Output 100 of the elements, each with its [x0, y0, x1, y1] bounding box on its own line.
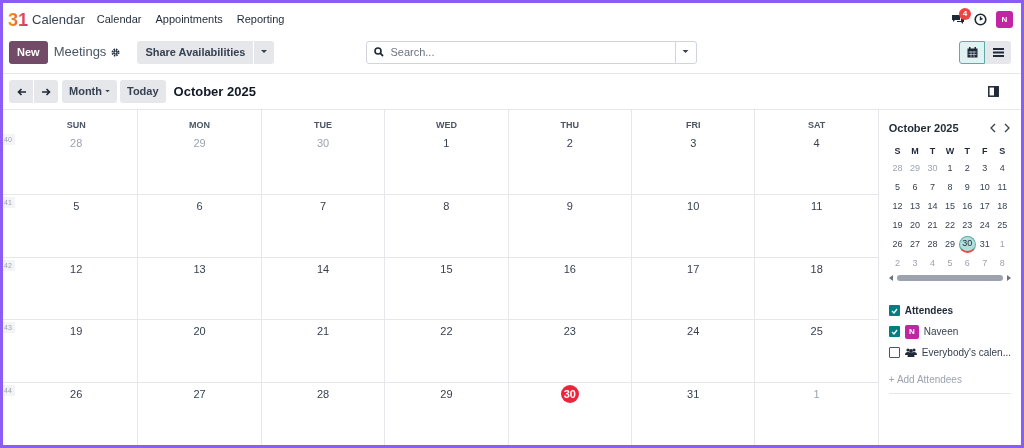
scroll-left-icon[interactable] [888, 275, 893, 281]
mini-calendar-day[interactable]: 1 [947, 160, 953, 177]
search-field[interactable]: Search... [366, 40, 698, 64]
period-title: October 2025 [173, 82, 256, 101]
mini-calendar-day[interactable]: 4 [999, 160, 1005, 177]
calendar-icon [966, 46, 978, 58]
mini-calendar-day[interactable]: 18 [997, 198, 1008, 215]
mini-calendar-day[interactable]: 20 [910, 217, 920, 234]
mini-calendar-day[interactable]: 3 [982, 160, 988, 177]
chevron-right-icon[interactable] [1004, 123, 1011, 134]
search-input[interactable]: Search... [390, 43, 670, 61]
day-number[interactable]: 5 [73, 196, 80, 215]
caret-icon[interactable] [682, 50, 690, 54]
mini-calendar-day[interactable]: 17 [979, 198, 990, 215]
day-number[interactable]: 3 [690, 134, 697, 152]
next-button[interactable] [34, 80, 58, 103]
mini-calendar-day[interactable]: 24 [979, 217, 990, 234]
scrollbar-thumb[interactable] [896, 275, 1003, 281]
day-number[interactable]: 12 [70, 259, 83, 278]
day-number[interactable]: 7 [319, 196, 327, 215]
arrow-right-icon [41, 87, 51, 96]
mini-calendar-day[interactable]: 29 [944, 236, 955, 253]
day-number[interactable]: 16 [563, 259, 576, 278]
user-avatar[interactable]: N [996, 11, 1013, 28]
mini-calendar-day[interactable]: 12 [892, 198, 903, 215]
mini-calendar-day[interactable]: 22 [944, 217, 955, 234]
day-number[interactable]: 9 [566, 196, 573, 215]
share-button[interactable]: Share Availabilities [137, 40, 254, 64]
scale-dropdown[interactable]: Month [62, 80, 117, 103]
menu-item[interactable]: Calendar [96, 11, 142, 28]
dropdown-button[interactable] [254, 40, 275, 64]
checkbox[interactable] [888, 305, 900, 316]
day-number[interactable]: 10 [687, 196, 700, 215]
day-number[interactable]: 13 [193, 259, 206, 278]
caret-icon [105, 90, 110, 93]
mini-calendar-day[interactable]: 19 [892, 217, 903, 234]
day-number[interactable]: 26 [70, 385, 83, 404]
mini-calendar-day[interactable]: 27 [910, 236, 920, 253]
mini-calendar-day[interactable]: 21 [927, 217, 938, 234]
list-icon [992, 47, 1004, 57]
day-number[interactable]: 2 [566, 134, 573, 152]
list-view-button[interactable] [985, 40, 1011, 64]
chevron-left-icon[interactable] [989, 123, 996, 134]
mini-calendar-day[interactable]: 13 [910, 198, 920, 215]
day-number[interactable]: 24 [687, 322, 700, 341]
day-number[interactable]: 18 [810, 259, 823, 278]
menu-item[interactable]: Appointments [155, 11, 223, 28]
scroll-right-icon[interactable] [1007, 275, 1011, 281]
mini-calendar-day[interactable]: 2 [964, 160, 970, 177]
arrow-left-icon [16, 87, 26, 96]
mini-calendar-day[interactable]: 5 [895, 179, 901, 196]
clock-icon[interactable] [974, 13, 987, 26]
app-name: Calendar [32, 10, 85, 29]
mini-calendar-day[interactable]: 15 [944, 198, 955, 215]
day-number[interactable]: 30 [560, 385, 579, 404]
mini-calendar-day[interactable]: 28 [927, 236, 938, 253]
checkbox[interactable] [888, 347, 900, 358]
day-number[interactable]: 27 [193, 385, 206, 404]
weekday-label: T [964, 144, 971, 158]
day-number[interactable]: 29 [440, 385, 453, 404]
day-number[interactable]: 11 [810, 196, 823, 215]
mini-calendar-day[interactable]: 30 [958, 236, 976, 253]
new-button[interactable]: New [9, 40, 48, 64]
mini-calendar-day[interactable]: 16 [962, 198, 973, 215]
day-number[interactable]: 28 [316, 385, 330, 404]
day-number[interactable]: 4 [813, 134, 820, 152]
mini-calendar-day[interactable]: 8 [947, 179, 953, 196]
mini-calendar-day[interactable]: 23 [962, 217, 973, 234]
day-number[interactable]: 23 [563, 322, 576, 341]
gear-icon[interactable] [111, 47, 121, 57]
previous-button[interactable] [9, 80, 33, 103]
weekday-header: THU [560, 118, 580, 132]
mini-calendar-day[interactable]: 25 [997, 217, 1008, 234]
mini-calendar-day[interactable]: 7 [929, 179, 935, 196]
day-number[interactable]: 6 [196, 196, 203, 215]
day-number[interactable]: 31 [687, 385, 700, 404]
mini-calendar-day[interactable]: 10 [979, 179, 990, 196]
mini-calendar-day[interactable]: 31 [979, 236, 990, 253]
mini-calendar-title: October 2025 [888, 121, 959, 136]
checkbox[interactable] [888, 326, 900, 337]
day-number[interactable]: 1 [443, 134, 450, 152]
mini-calendar-day[interactable]: 11 [997, 179, 1007, 196]
day-number[interactable]: 25 [810, 322, 823, 341]
day-number[interactable]: 20 [193, 322, 206, 341]
today-button[interactable]: Today [120, 80, 166, 103]
menu-item[interactable]: Reporting [236, 11, 285, 28]
day-number[interactable]: 21 [316, 322, 330, 341]
day-number[interactable]: 8 [443, 196, 450, 215]
weekday-header: MON [189, 118, 211, 132]
mini-calendar-day[interactable]: 26 [892, 236, 903, 253]
mini-calendar-day[interactable]: 9 [964, 179, 970, 196]
day-number[interactable]: 22 [440, 322, 453, 341]
day-number[interactable]: 17 [687, 259, 700, 278]
day-number[interactable]: 14 [316, 259, 330, 278]
day-number[interactable]: 19 [70, 322, 83, 341]
sidebar-toggle-icon[interactable] [988, 86, 999, 97]
day-number[interactable]: 15 [440, 259, 453, 278]
mini-calendar-day[interactable]: 14 [927, 198, 938, 215]
calendar-view-button[interactable] [959, 40, 985, 64]
mini-calendar-day[interactable]: 6 [912, 179, 918, 196]
